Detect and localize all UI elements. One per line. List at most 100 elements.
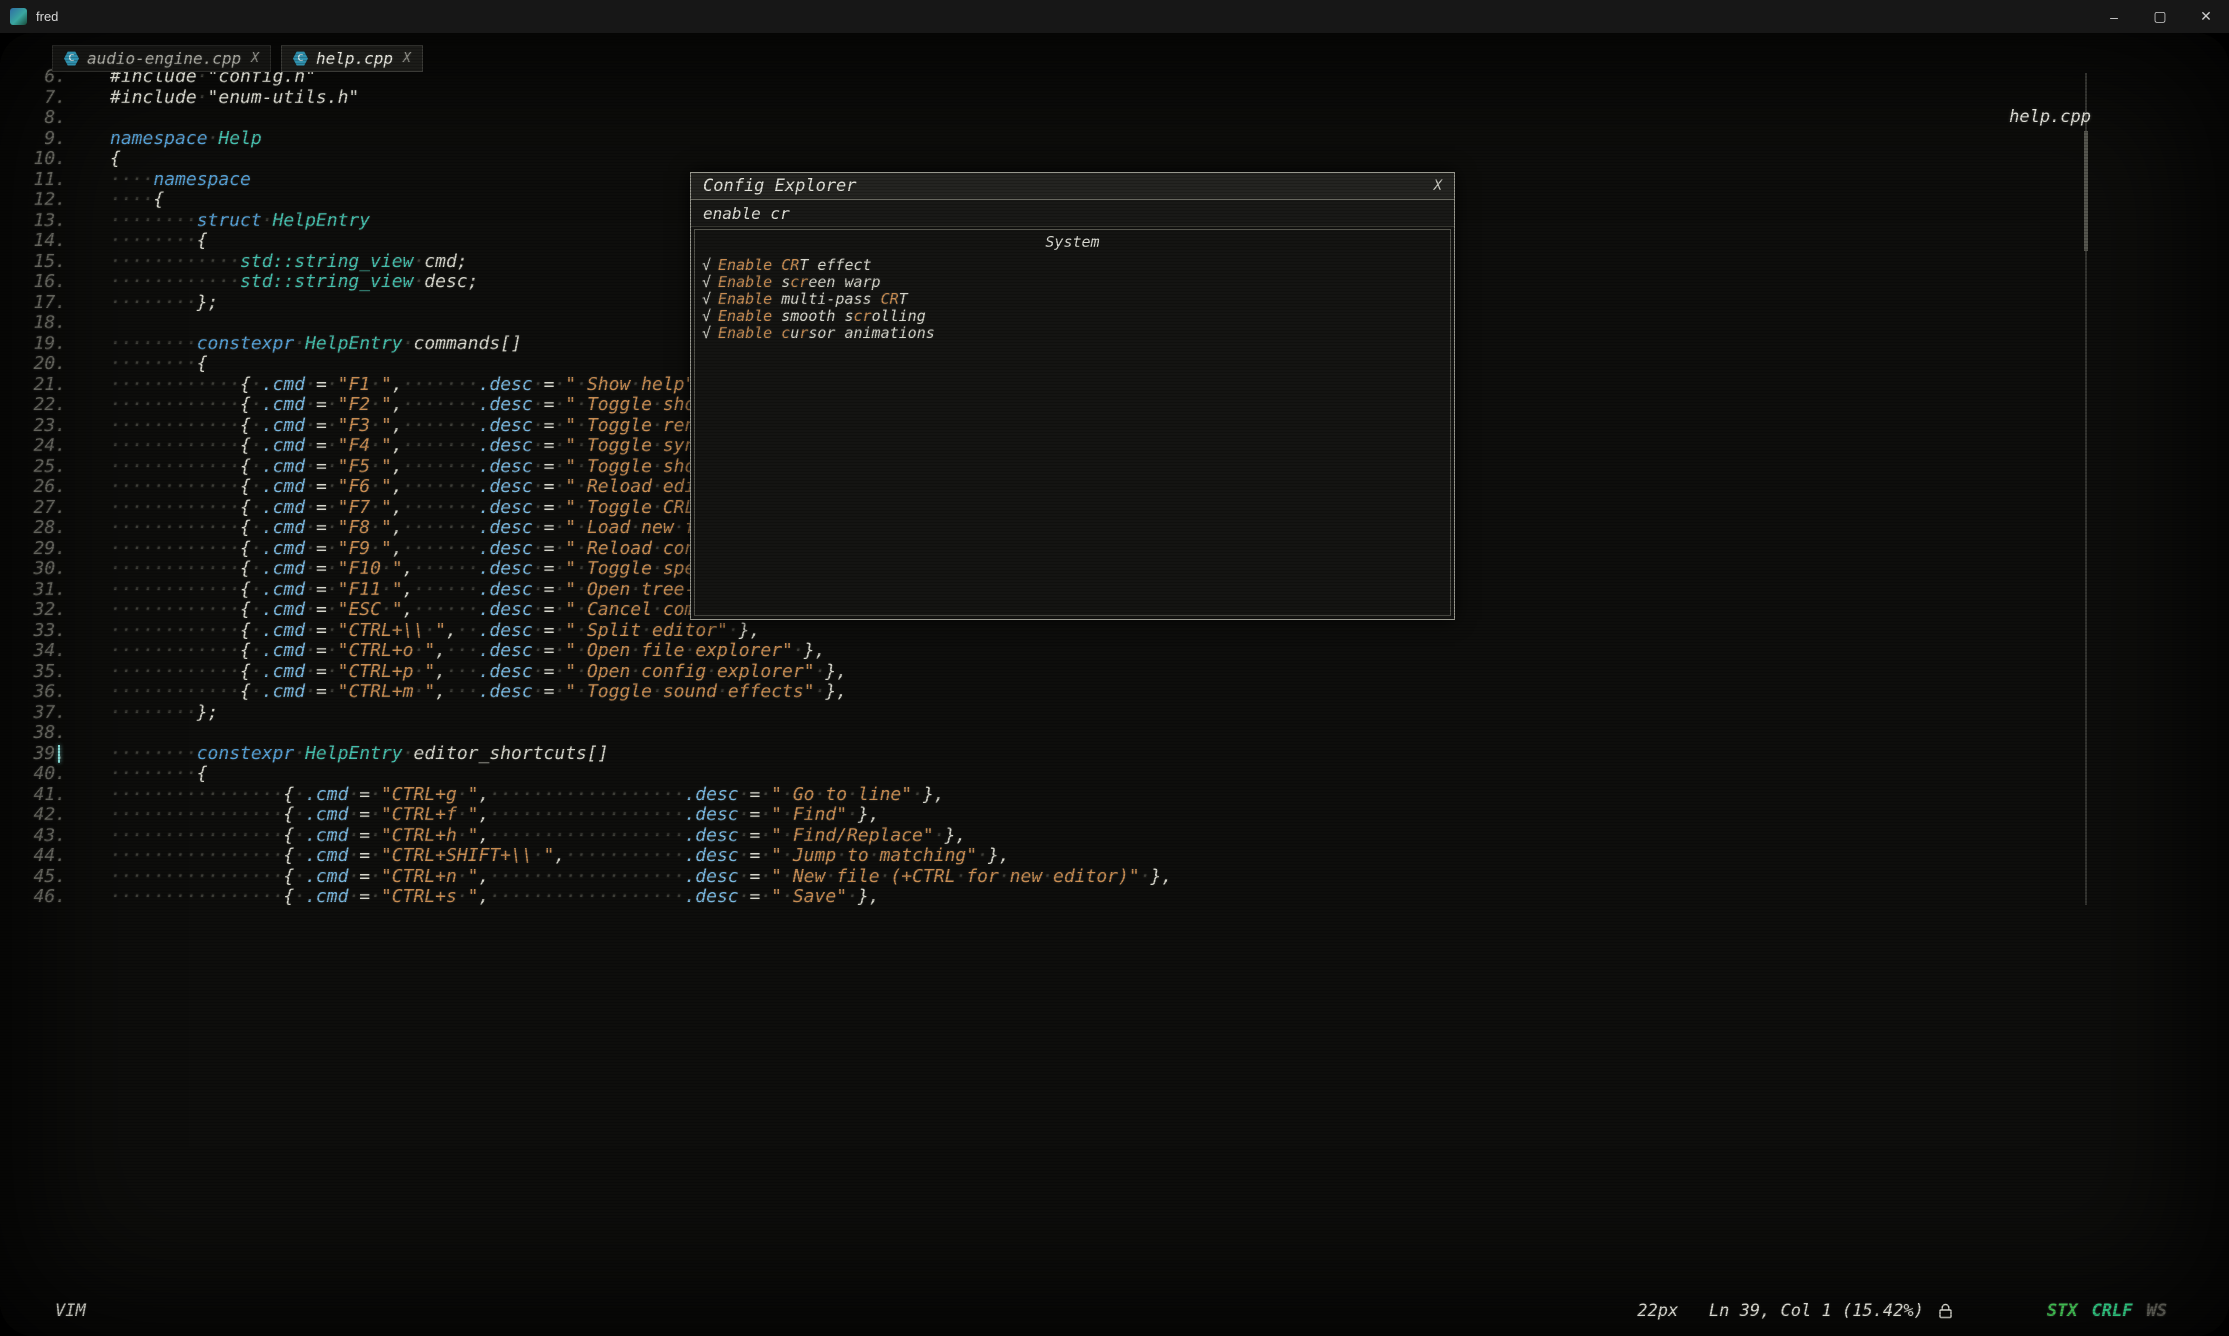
code-line-text: ········struct·HelpEntry xyxy=(66,211,370,232)
tab-help[interactable]: C help.cpp X xyxy=(281,45,423,72)
line-number: 28. xyxy=(14,518,66,539)
line-number: 35. xyxy=(14,662,66,683)
tab-label: help.cpp xyxy=(316,49,393,68)
config-item[interactable]: √Enable smooth scrolling xyxy=(695,308,1450,325)
code-line-text: ············{·.cmd·=·"ESC·",······.desc·… xyxy=(66,600,782,621)
line-number: 42. xyxy=(14,805,66,826)
code-line-text: ············std::string_view·cmd; xyxy=(66,252,468,273)
close-button[interactable]: ✕ xyxy=(2183,0,2229,33)
window-titlebar[interactable]: fred – ▢ ✕ xyxy=(0,0,2229,33)
line-number: 30. xyxy=(14,559,66,580)
tab-close-icon[interactable]: X xyxy=(249,51,259,66)
checkbox-checked-icon[interactable]: √ xyxy=(702,290,718,308)
config-item-text: T xyxy=(899,290,908,308)
line-number: 13. xyxy=(14,211,66,232)
line-number: 40. xyxy=(14,764,66,785)
code-line[interactable]: 46.················{·.cmd·=·"CTRL+s·",··… xyxy=(14,887,2079,908)
tab-bar: C audio-engine.cpp X C help.cpp X xyxy=(52,45,423,72)
code-line[interactable]: 35.············{·.cmd·=·"CTRL+p·",···.de… xyxy=(14,662,2079,683)
cpp-file-icon: C xyxy=(293,51,308,66)
code-line[interactable]: 33.············{·.cmd·=·"CTRL+\\·",··.de… xyxy=(14,621,2079,642)
code-line[interactable]: 42.················{·.cmd·=·"CTRL+f·",··… xyxy=(14,805,2079,826)
code-line-text: ················{·.cmd·=·"CTRL+f·",·····… xyxy=(66,805,880,826)
code-line-text: ····{ xyxy=(66,190,164,211)
config-list-panel: System √Enable CRT effect√Enable screen … xyxy=(694,229,1451,616)
config-item-text: s xyxy=(781,273,790,291)
code-line[interactable]: 8. xyxy=(14,108,2079,129)
config-item-text: olling xyxy=(872,307,926,325)
line-number: 14. xyxy=(14,231,66,252)
line-number: 20. xyxy=(14,354,66,375)
config-explorer-dialog: Config Explorer X enable cr System √Enab… xyxy=(690,172,1455,620)
line-number: 26. xyxy=(14,477,66,498)
config-search-input[interactable]: enable cr xyxy=(691,200,1454,227)
code-line[interactable]: 43.················{·.cmd·=·"CTRL+h·",··… xyxy=(14,826,2079,847)
code-line-text xyxy=(66,723,110,744)
line-number: 22. xyxy=(14,395,66,416)
code-line-text: ················{·.cmd·=·"CTRL+h·",·····… xyxy=(66,826,966,847)
line-number: 17. xyxy=(14,293,66,314)
vim-mode-indicator: VIM xyxy=(55,1301,86,1321)
config-item[interactable]: √Enable cursor animations xyxy=(695,325,1450,342)
line-number: 37. xyxy=(14,703,66,724)
code-line[interactable]: 39.········constexpr·HelpEntry·editor_sh… xyxy=(14,744,2079,765)
status-flag-crlf: CRLF xyxy=(2092,1301,2133,1321)
code-line[interactable]: 9.namespace·Help xyxy=(14,129,2079,150)
checkbox-checked-icon[interactable]: √ xyxy=(702,324,718,342)
code-line[interactable]: 36.············{·.cmd·=·"CTRL+m·",···.de… xyxy=(14,682,2079,703)
code-line[interactable]: 38. xyxy=(14,723,2079,744)
line-number: 45. xyxy=(14,867,66,888)
checkbox-checked-icon[interactable]: √ xyxy=(702,307,718,325)
scrollbar-thumb[interactable] xyxy=(2084,131,2088,251)
line-number: 32. xyxy=(14,600,66,621)
config-item-text: sor animations xyxy=(808,324,934,342)
lock-icon xyxy=(1938,1303,1953,1319)
cursor-position-status: 22px Ln 39, Col 1 (15.42%) xyxy=(1637,1301,1924,1321)
code-line[interactable]: 41.················{·.cmd·=·"CTRL+g·",··… xyxy=(14,785,2079,806)
dialog-titlebar[interactable]: Config Explorer X xyxy=(691,173,1454,200)
tab-audio-engine[interactable]: C audio-engine.cpp X xyxy=(52,45,271,72)
match-highlight: Enable xyxy=(718,307,781,325)
line-number: 10. xyxy=(14,149,66,170)
config-item[interactable]: √Enable multi-pass CRT xyxy=(695,291,1450,308)
code-line-text: ············{·.cmd·=·"CTRL+m·",···.desc·… xyxy=(66,682,847,703)
line-number: 27. xyxy=(14,498,66,519)
line-number: 23. xyxy=(14,416,66,437)
code-line-text: ················{·.cmd·=·"CTRL+g·",·····… xyxy=(66,785,945,806)
code-line[interactable]: 34.············{·.cmd·=·"CTRL+o·",···.de… xyxy=(14,641,2079,662)
config-item[interactable]: √Enable screen warp xyxy=(695,274,1450,291)
line-number: 29. xyxy=(14,539,66,560)
match-highlight: r xyxy=(799,324,808,342)
dialog-close-icon[interactable]: X xyxy=(1434,178,1442,194)
code-line[interactable]: 10.{ xyxy=(14,149,2079,170)
code-line[interactable]: 7.#include·"enum-utils.h" xyxy=(14,88,2079,109)
code-line-text: ················{·.cmd·=·"CTRL+s·",·····… xyxy=(66,887,880,908)
code-line[interactable]: 45.················{·.cmd·=·"CTRL+n·",··… xyxy=(14,867,2079,888)
code-line-text: namespace·Help xyxy=(66,129,262,150)
line-number: 34. xyxy=(14,641,66,662)
config-list: √Enable CRT effect√Enable screen warp√En… xyxy=(695,257,1450,342)
app-icon xyxy=(10,8,27,25)
code-line-text: ············std::string_view·desc; xyxy=(66,272,478,293)
match-highlight: Enable xyxy=(718,290,781,308)
minimize-button[interactable]: – xyxy=(2091,0,2137,33)
code-line[interactable]: 37.········}; xyxy=(14,703,2079,724)
line-number: 31. xyxy=(14,580,66,601)
match-highlight: Enable xyxy=(718,273,781,291)
config-item[interactable]: √Enable CRT effect xyxy=(695,257,1450,274)
code-line-text xyxy=(66,313,110,334)
line-number: 11. xyxy=(14,170,66,191)
maximize-button[interactable]: ▢ xyxy=(2137,0,2183,33)
text-cursor xyxy=(58,745,60,763)
checkbox-checked-icon[interactable]: √ xyxy=(702,256,718,274)
checkbox-checked-icon[interactable]: √ xyxy=(702,273,718,291)
tab-close-icon[interactable]: X xyxy=(401,51,411,66)
code-line-text xyxy=(66,108,110,129)
config-item-text: T effect xyxy=(799,256,871,274)
line-number: 16. xyxy=(14,272,66,293)
status-bar: VIM 22px Ln 39, Col 1 (15.42%) STXCRLFWS xyxy=(0,1298,2229,1324)
editor-screen: C audio-engine.cpp X C help.cpp X help.c… xyxy=(0,33,2229,1336)
code-line[interactable]: 40.········{ xyxy=(14,764,2079,785)
code-line[interactable]: 44.················{·.cmd·=·"CTRL+SHIFT+… xyxy=(14,846,2079,867)
code-line-text: ············{·.cmd·=·"CTRL+o·",···.desc·… xyxy=(66,641,825,662)
